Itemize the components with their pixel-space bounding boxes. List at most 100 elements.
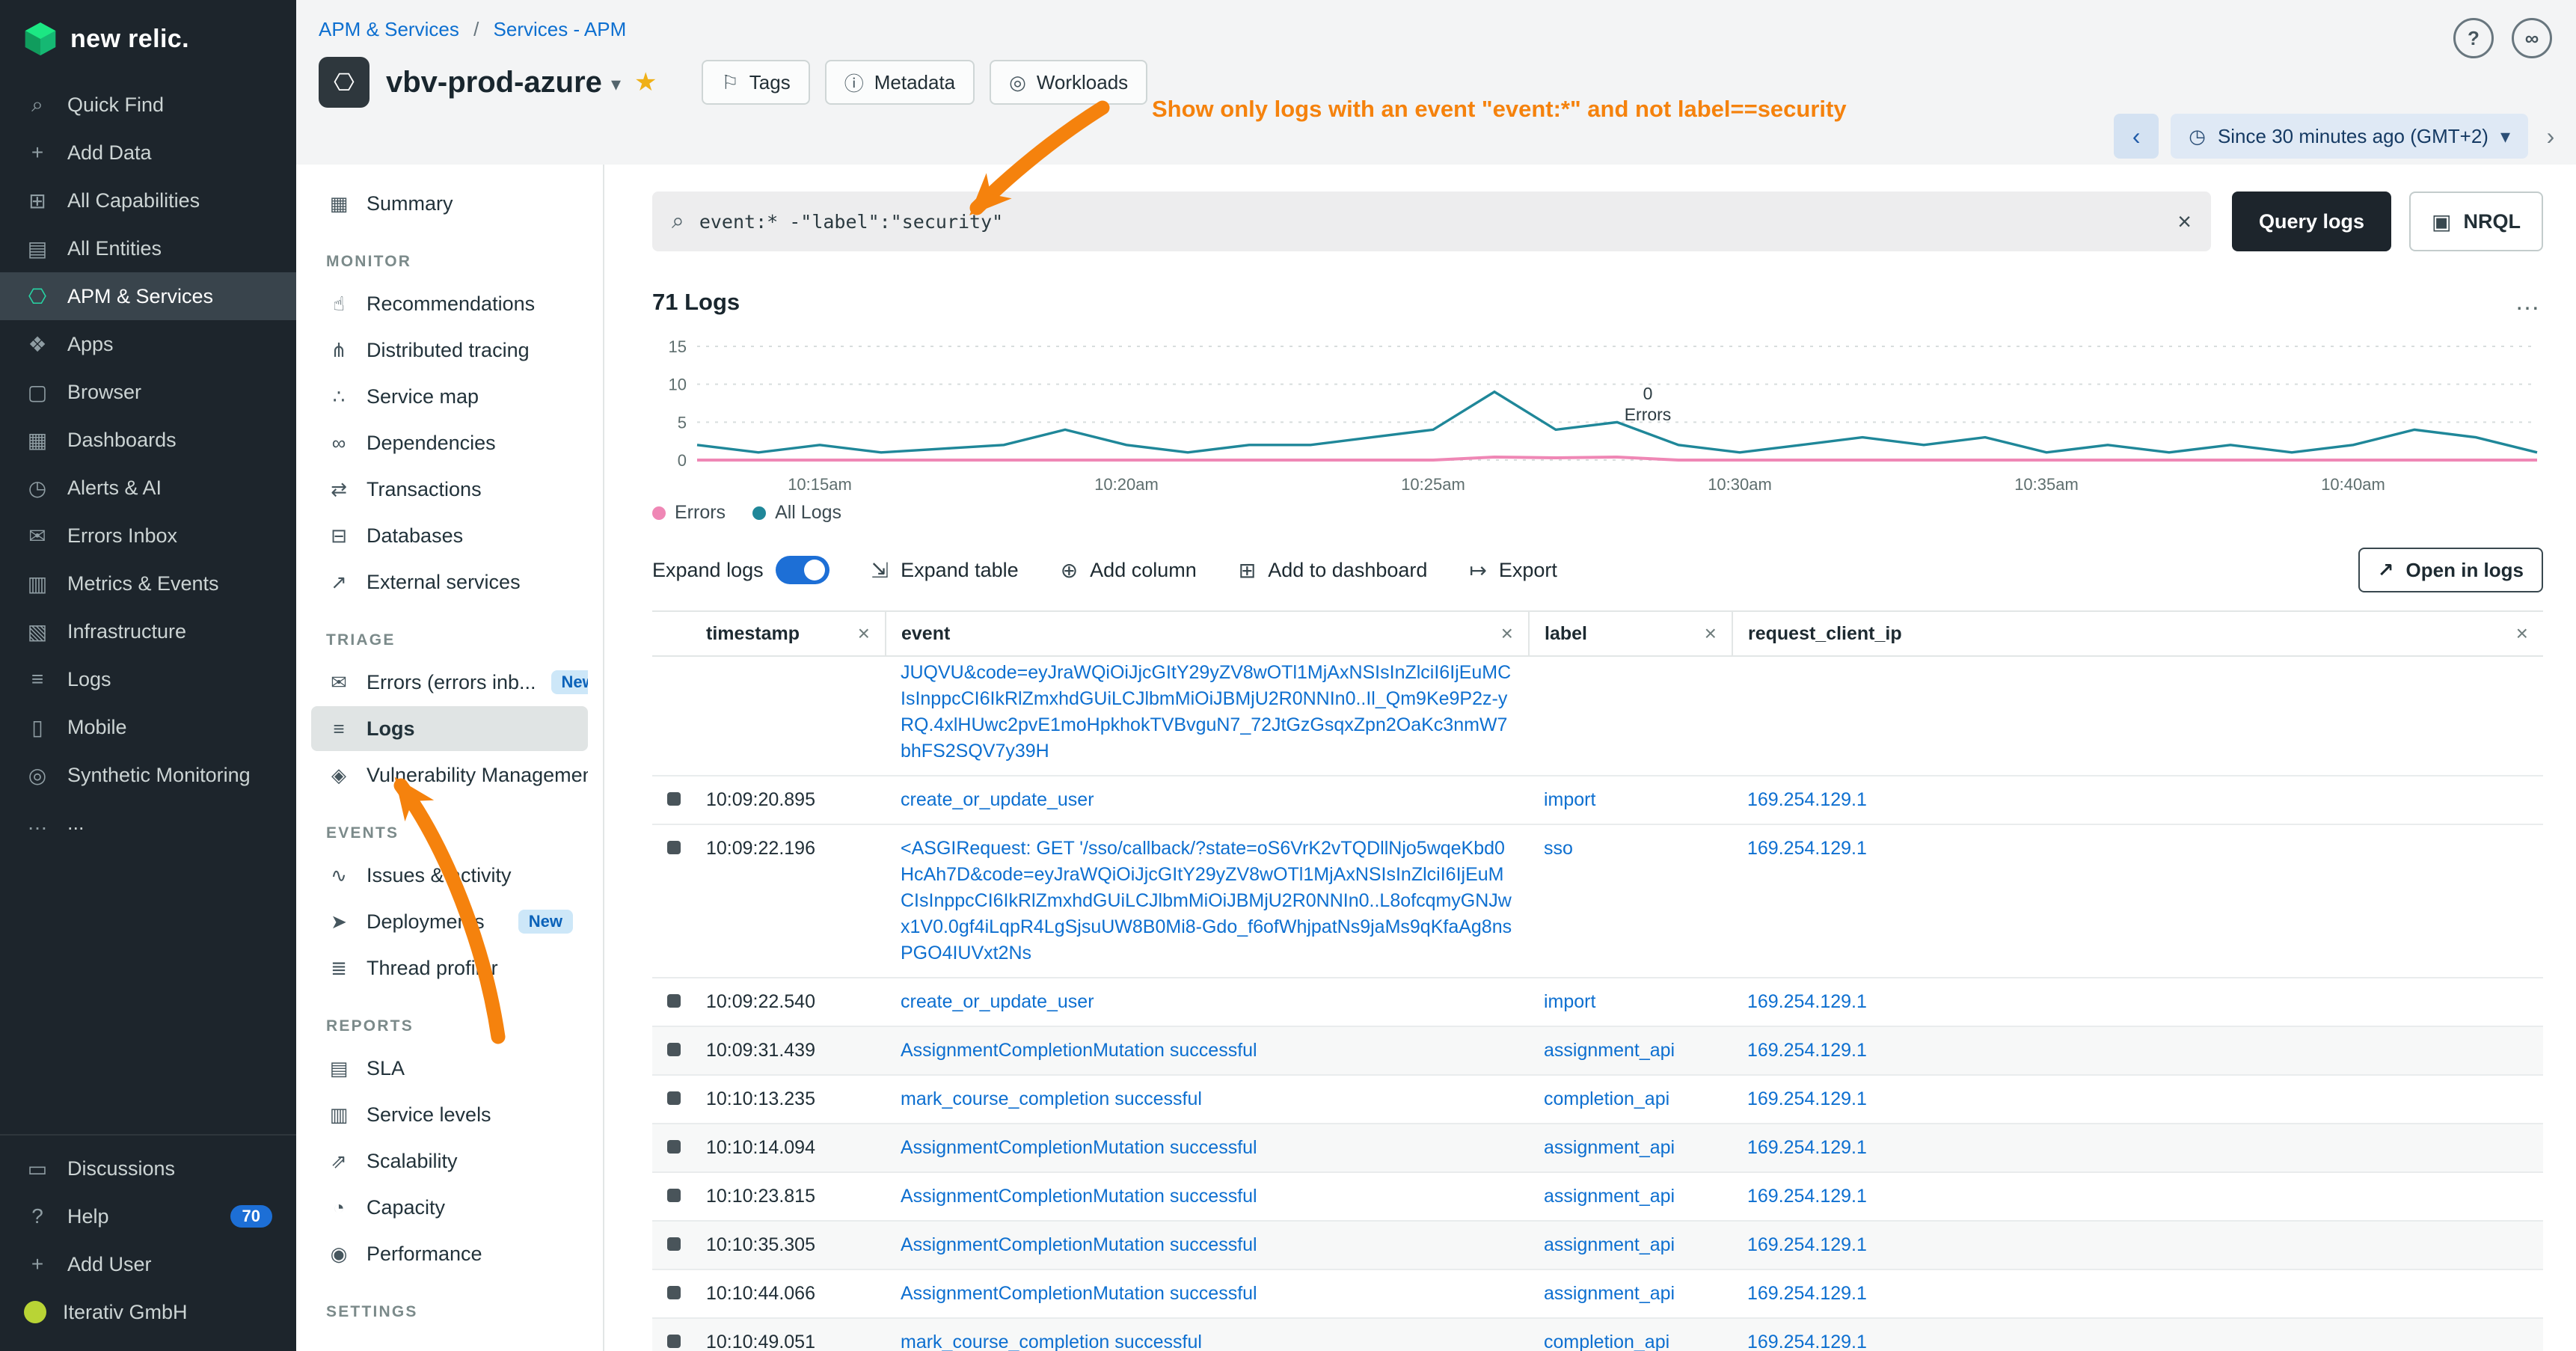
log-query-bar[interactable]: ⌕ × [652,192,2211,251]
add-column-button[interactable]: ⊕Add column [1061,558,1197,583]
add-to-dashboard-button[interactable]: ⊞Add to dashboard [1239,558,1428,583]
label-link[interactable]: import [1544,789,1595,810]
subnav-item-deployments[interactable]: ➤DeploymentsNew [311,899,588,944]
permalink-icon[interactable]: ∞ [2512,18,2552,58]
expand-logs-toggle[interactable]: Expand logs [652,556,829,584]
subnav-item-logs[interactable]: ≡Logs [311,706,588,751]
row-marker[interactable] [667,1286,681,1299]
help-circle-icon[interactable]: ? [2453,18,2494,58]
row-marker[interactable] [667,792,681,806]
workloads-button[interactable]: ◎Workloads [990,60,1147,105]
nrql-button[interactable]: ▣NRQL [2409,192,2543,251]
column-header-event[interactable]: event× [886,611,1529,656]
sidebar-item-alerts-ai[interactable]: ◷Alerts & AI [0,464,296,512]
row-marker[interactable] [667,1237,681,1251]
label-link[interactable]: assignment_api [1544,1283,1675,1304]
row-marker[interactable] [667,841,681,854]
subnav-item-thread-profiler[interactable]: ≣Thread profiler [311,946,588,990]
ip-link[interactable]: 169.254.129.1 [1747,1186,1867,1207]
event-link[interactable]: JUQVU&code=eyJraWQiOiJjcGItY29yZV8wOTl1M… [901,662,1511,762]
subnav-item-transactions[interactable]: ⇄Transactions [311,467,588,512]
subnav-item-issues-activity[interactable]: ∿Issues & activity [311,853,588,898]
subnav-item-dependencies[interactable]: ∞Dependencies [311,420,588,465]
remove-column-icon[interactable]: × [858,622,870,646]
sidebar-item-iterativ-gmbh[interactable]: Iterativ GmbH [0,1288,296,1336]
expand-table-button[interactable]: ⇲Expand table [871,558,1019,583]
label-link[interactable]: assignment_api [1544,1186,1675,1207]
row-marker[interactable] [667,1335,681,1348]
event-link[interactable]: <ASGIRequest: GET '/sso/callback/?state=… [901,838,1512,964]
row-marker[interactable] [667,1091,681,1105]
ip-link[interactable]: 169.254.129.1 [1747,838,1867,859]
ip-link[interactable]: 169.254.129.1 [1747,991,1867,1012]
subnav-item-service-levels[interactable]: ▥Service levels [311,1092,588,1137]
subnav-item-sla[interactable]: ▤SLA [311,1046,588,1091]
label-link[interactable]: sso [1544,838,1573,859]
ip-link[interactable]: 169.254.129.1 [1747,1040,1867,1061]
export-button[interactable]: ↦Export [1469,558,1557,583]
label-link[interactable]: assignment_api [1544,1040,1675,1061]
ip-link[interactable]: 169.254.129.1 [1747,1332,1867,1351]
event-link[interactable]: AssignmentCompletionMutation successful [901,1283,1257,1304]
entity-switcher-chevron-icon[interactable]: ▾ [611,73,621,96]
sidebar-item-apm-services[interactable]: ⎔APM & Services [0,272,296,320]
sidebar-item-synthetic-monitoring[interactable]: ◎Synthetic Monitoring [0,751,296,799]
remove-column-icon[interactable]: × [2516,622,2528,646]
remove-column-icon[interactable]: × [1501,622,1513,646]
sidebar-item-add-user[interactable]: +Add User [0,1240,296,1288]
subnav-item-summary[interactable]: ▦Summary [311,181,588,226]
subnav-item-external-services[interactable]: ↗External services [311,560,588,604]
sidebar-item-all-capabilities[interactable]: ⊞All Capabilities [0,177,296,224]
sidebar-item-more[interactable]: …... [0,799,296,847]
subnav-item-service-map[interactable]: ∴Service map [311,374,588,419]
subnav-item-scalability[interactable]: ⇗Scalability [311,1139,588,1183]
query-logs-button[interactable]: Query logs [2232,192,2391,251]
time-picker[interactable]: ◷ Since 30 minutes ago (GMT+2) ▾ [2171,114,2528,159]
event-link[interactable]: AssignmentCompletionMutation successful [901,1234,1257,1255]
ip-link[interactable]: 169.254.129.1 [1747,1234,1867,1255]
subnav-item-distributed-tracing[interactable]: ⋔Distributed tracing [311,328,588,373]
label-link[interactable]: completion_api [1544,1332,1669,1351]
sidebar-item-mobile[interactable]: ▯Mobile [0,703,296,751]
favorite-star-icon[interactable]: ★ [634,67,657,97]
ip-link[interactable]: 169.254.129.1 [1747,1283,1867,1304]
label-link[interactable]: import [1544,991,1595,1012]
subnav-item-capacity[interactable]: ◔Capacity [311,1185,588,1230]
log-query-input[interactable] [699,211,2162,233]
column-header-label[interactable]: label× [1529,611,1732,656]
sidebar-item-logs[interactable]: ≡Logs [0,655,296,703]
sidebar-item-metrics-events[interactable]: ▥Metrics & Events [0,560,296,607]
subnav-item-recommendations[interactable]: ☝Recommendations [311,281,588,326]
sidebar-item-browser[interactable]: ▢Browser [0,368,296,416]
event-link[interactable]: create_or_update_user [901,991,1094,1012]
time-back-button[interactable]: ‹ [2114,114,2159,159]
row-marker[interactable] [667,1043,681,1056]
column-header-request-client-ip[interactable]: request_client_ip× [1732,611,2543,656]
breadcrumb-link-apm-services[interactable]: APM & Services [319,18,459,40]
toggle-on-icon[interactable] [776,556,829,584]
remove-column-icon[interactable]: × [1705,622,1717,646]
event-link[interactable]: AssignmentCompletionMutation successful [901,1137,1257,1158]
sidebar-item-help[interactable]: ?Help70 [0,1192,296,1240]
legend-errors[interactable]: Errors [652,502,726,524]
sidebar-item-discussions[interactable]: ▭Discussions [0,1145,296,1192]
clear-query-icon[interactable]: × [2177,208,2192,236]
event-link[interactable]: AssignmentCompletionMutation successful [901,1040,1257,1061]
time-forward-button[interactable]: › [2540,114,2561,159]
event-link[interactable]: create_or_update_user [901,789,1094,810]
sidebar-item-apps[interactable]: ❖Apps [0,320,296,368]
label-link[interactable]: assignment_api [1544,1137,1675,1158]
sidebar-item-all-entities[interactable]: ▤All Entities [0,224,296,272]
sidebar-item-dashboards[interactable]: ▦Dashboards [0,416,296,464]
new-relic-logo[interactable]: new relic. [0,0,296,81]
breadcrumb-link-services-apm[interactable]: Services - APM [494,18,627,40]
ip-link[interactable]: 169.254.129.1 [1747,1137,1867,1158]
row-marker[interactable] [667,994,681,1008]
ip-link[interactable]: 169.254.129.1 [1747,1088,1867,1109]
sidebar-item-quick-find[interactable]: ⌕Quick Find [0,81,296,129]
label-link[interactable]: assignment_api [1544,1234,1675,1255]
sidebar-item-errors-inbox[interactable]: ✉Errors Inbox [0,512,296,560]
subnav-item-databases[interactable]: ⊟Databases [311,513,588,558]
row-marker[interactable] [667,1189,681,1202]
sidebar-item-infrastructure[interactable]: ▧Infrastructure [0,607,296,655]
